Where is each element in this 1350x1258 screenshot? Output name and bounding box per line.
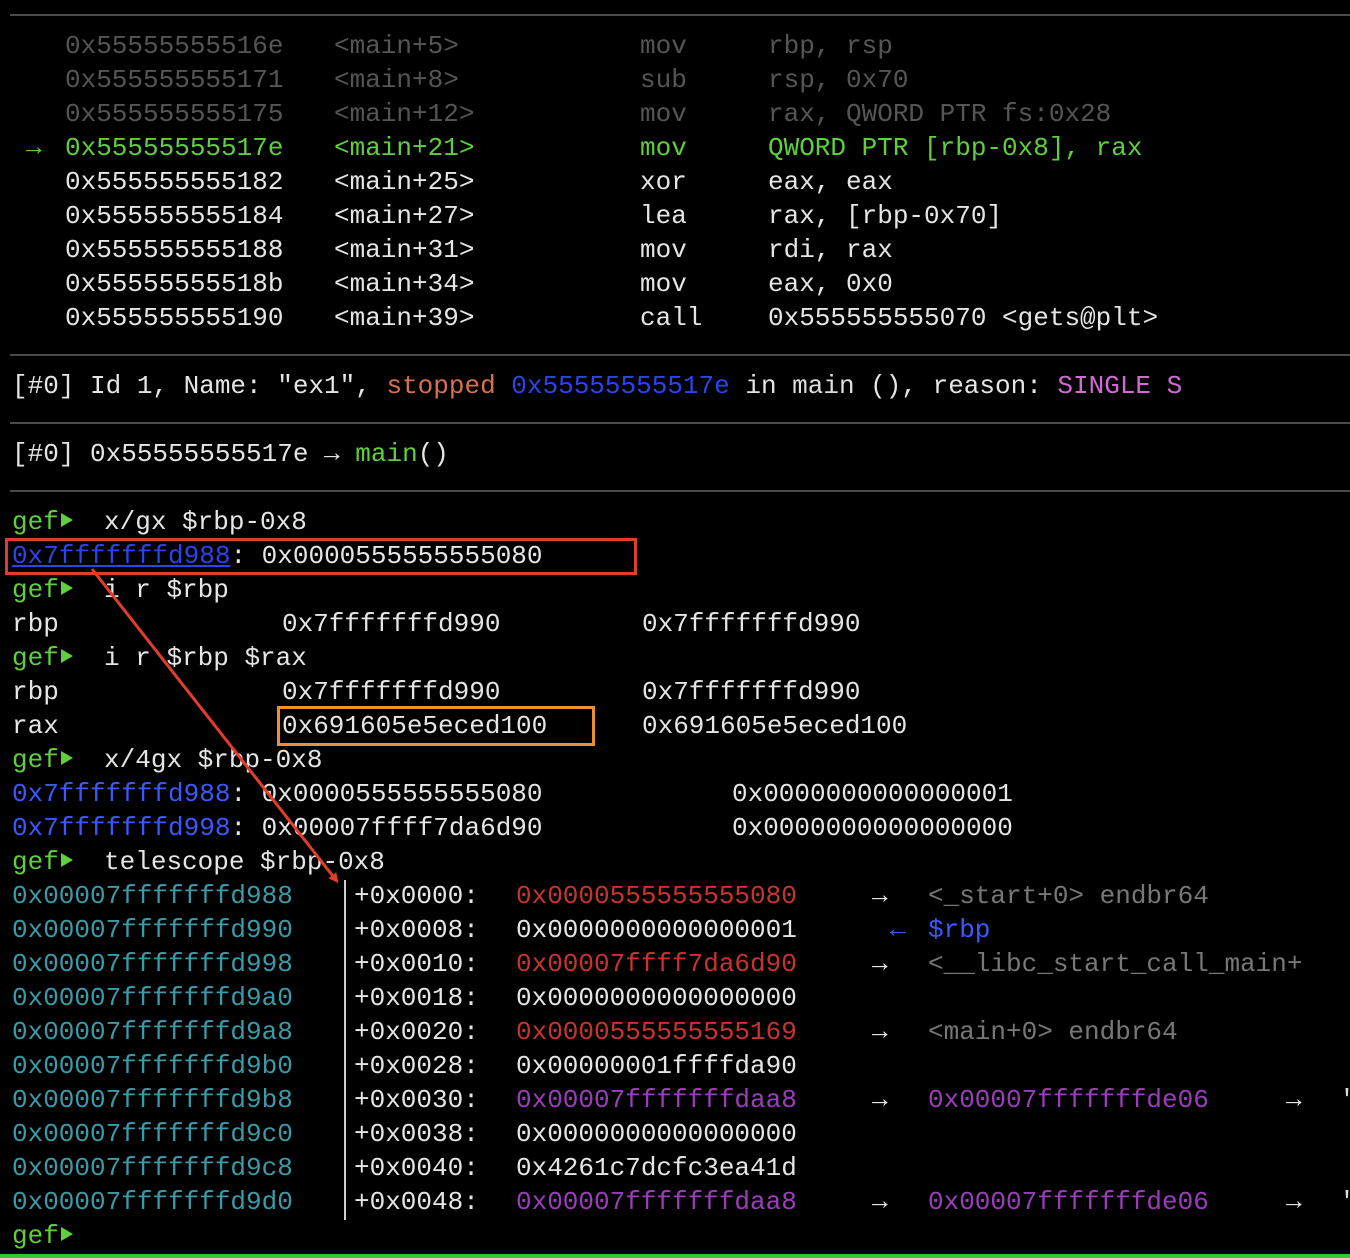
status-bar xyxy=(0,1254,1350,1258)
terminal-window[interactable]: 0x55555555516e <main+5> mov rbp, rsp 0x55555… xyxy=(0,0,1350,1258)
annotation-arrow-line xyxy=(90,568,339,884)
annotation-arrow xyxy=(90,568,339,884)
